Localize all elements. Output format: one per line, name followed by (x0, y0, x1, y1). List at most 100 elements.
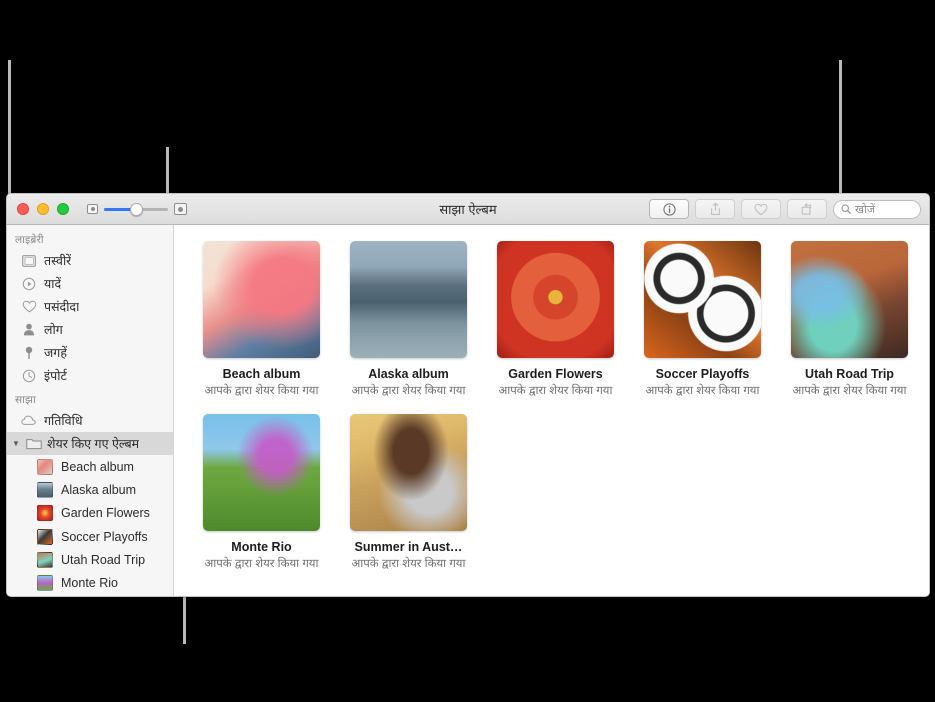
slider-knob[interactable] (130, 202, 143, 216)
sidebar-album-label: Garden Flowers (61, 506, 150, 521)
sidebar-item-photos[interactable]: तस्वीरें (7, 249, 173, 272)
rotate-button[interactable] (787, 199, 827, 219)
sidebar-item-label: तस्वीरें (44, 254, 72, 268)
sidebar-album-label: Beach album (61, 459, 134, 474)
photos-window: साझा ऐल्बम खोजें लाइब्रेरी तस्वीरें यादे… (6, 193, 930, 597)
zoom-button[interactable] (57, 203, 69, 215)
info-button[interactable] (649, 199, 689, 219)
album-grid-pane: Beach album आपके द्वारा शेयर किया गया Al… (174, 225, 929, 596)
album-title: Beach album (222, 367, 301, 381)
folder-icon (26, 436, 42, 452)
album-cover-garden-flowers[interactable] (497, 241, 614, 358)
share-icon (710, 202, 720, 215)
album-grid: Beach album आपके द्वारा शेयर किया गया Al… (188, 241, 929, 587)
sidebar-item-label: शेयर किए गए ऐल्बम (47, 437, 140, 451)
sidebar-album-garden-flowers[interactable]: Garden Flowers (7, 502, 173, 525)
thumbnail-size-slider[interactable] (87, 202, 187, 216)
album-subtitle: आपके द्वारा शेयर किया गया (351, 558, 466, 570)
window-titlebar: साझा ऐल्बम खोजें (7, 194, 929, 225)
person-icon (21, 322, 37, 338)
album-title: Utah Road Trip (805, 367, 894, 381)
small-photo-icon (87, 204, 98, 214)
minimize-button[interactable] (37, 203, 49, 215)
heart-icon (754, 203, 768, 215)
album-cover-utah-road-trip[interactable] (791, 241, 908, 358)
album-card[interactable]: Monte Rio आपके द्वारा शेयर किया गया (188, 414, 335, 571)
search-placeholder: खोजें (855, 203, 876, 216)
sidebar-item-people[interactable]: लोग (7, 318, 173, 341)
memories-icon (21, 276, 37, 292)
search-icon (841, 204, 851, 214)
sidebar-album-alaska-album[interactable]: Alaska album (7, 478, 173, 501)
photos-icon (21, 253, 37, 269)
sidebar: लाइब्रेरी तस्वीरें यादें पसंदीदा लोग जगह… (7, 225, 174, 596)
album-thumbnail (37, 505, 53, 522)
album-card[interactable]: Utah Road Trip आपके द्वारा शेयर किया गया (776, 241, 923, 398)
traffic-light-buttons[interactable] (17, 203, 69, 215)
album-subtitle: आपके द्वारा शेयर किया गया (645, 385, 760, 397)
album-title: Summer in Aust… (354, 540, 463, 554)
sidebar-item-label: लोग (44, 323, 63, 337)
toolbar-buttons: खोजें (649, 199, 921, 219)
clock-icon (21, 368, 37, 384)
chevron-down-icon[interactable]: ▼ (12, 439, 21, 448)
album-cover-summer-in-australia[interactable] (350, 414, 467, 531)
close-button[interactable] (17, 203, 29, 215)
album-card[interactable]: Beach album आपके द्वारा शेयर किया गया (188, 241, 335, 398)
sidebar-item-memories[interactable]: यादें (7, 272, 173, 295)
album-thumbnail (37, 575, 53, 592)
pin-icon (21, 345, 37, 361)
rotate-icon (801, 203, 812, 215)
album-card[interactable]: Summer in Aust… आपके द्वारा शेयर किया गय… (335, 414, 482, 571)
album-cover-alaska-album[interactable] (350, 241, 467, 358)
album-cover-soccer-playoffs[interactable] (644, 241, 761, 358)
album-title: Soccer Playoffs (655, 367, 750, 381)
screenshot-root: साझा ऐल्बम खोजें लाइब्रेरी तस्वीरें यादे… (0, 0, 935, 702)
sidebar-item-label: जगहें (44, 346, 67, 360)
sidebar-album-label: Utah Road Trip (61, 552, 146, 567)
sidebar-item-favorites[interactable]: पसंदीदा (7, 295, 173, 318)
album-subtitle: आपके द्वारा शेयर किया गया (351, 385, 466, 397)
album-title: Monte Rio (231, 540, 292, 554)
sidebar-item-places[interactable]: जगहें (7, 341, 173, 364)
album-subtitle: आपके द्वारा शेयर किया गया (204, 558, 319, 570)
window-body: लाइब्रेरी तस्वीरें यादें पसंदीदा लोग जगह… (7, 225, 929, 596)
sidebar-item-shared-albums[interactable]: ▼ शेयर किए गए ऐल्बम (7, 432, 173, 455)
album-cover-monte-rio[interactable] (203, 414, 320, 531)
album-thumbnail (37, 551, 53, 568)
album-thumbnail (37, 481, 53, 498)
sidebar-album-soccer-playoffs[interactable]: Soccer Playoffs (7, 525, 173, 548)
large-photo-icon (174, 203, 187, 215)
sidebar-album-label: Monte Rio (61, 576, 118, 591)
sidebar-header-library: लाइब्रेरी (15, 234, 44, 246)
heart-icon (21, 299, 37, 315)
sidebar-album-monte-rio[interactable]: Monte Rio (7, 571, 173, 594)
sidebar-album-label: Soccer Playoffs (61, 529, 148, 544)
info-icon (662, 202, 676, 216)
sidebar-item-label: यादें (44, 277, 62, 291)
album-thumbnail (37, 528, 53, 545)
album-title: Alaska album (368, 367, 449, 381)
album-card[interactable]: Alaska album आपके द्वारा शेयर किया गया (335, 241, 482, 398)
sidebar-item-import[interactable]: इंपोर्ट (7, 364, 173, 387)
sidebar-item-label: गतिविधि (44, 414, 83, 428)
slider-track[interactable] (104, 202, 168, 216)
search-input[interactable]: खोजें (833, 199, 921, 219)
sidebar-item-activity[interactable]: गतिविधि (7, 409, 173, 432)
sidebar-album-utah-road-trip[interactable]: Utah Road Trip (7, 548, 173, 571)
album-subtitle: आपके द्वारा शेयर किया गया (498, 385, 613, 397)
sidebar-album-beach-album[interactable]: Beach album (7, 455, 173, 478)
favorite-button[interactable] (741, 199, 781, 219)
sidebar-item-label: पसंदीदा (44, 300, 80, 314)
album-cover-beach-album[interactable] (203, 241, 320, 358)
album-subtitle: आपके द्वारा शेयर किया गया (204, 385, 319, 397)
album-title: Garden Flowers (508, 367, 603, 381)
sidebar-item-label: इंपोर्ट (44, 369, 67, 383)
sidebar-album-label: Alaska album (61, 482, 137, 497)
album-card[interactable]: Soccer Playoffs आपके द्वारा शेयर किया गय… (629, 241, 776, 398)
cloud-icon (21, 413, 37, 429)
share-button[interactable] (695, 199, 735, 219)
album-subtitle: आपके द्वारा शेयर किया गया (792, 385, 907, 397)
album-card[interactable]: Garden Flowers आपके द्वारा शेयर किया गया (482, 241, 629, 398)
album-thumbnail (37, 458, 53, 475)
